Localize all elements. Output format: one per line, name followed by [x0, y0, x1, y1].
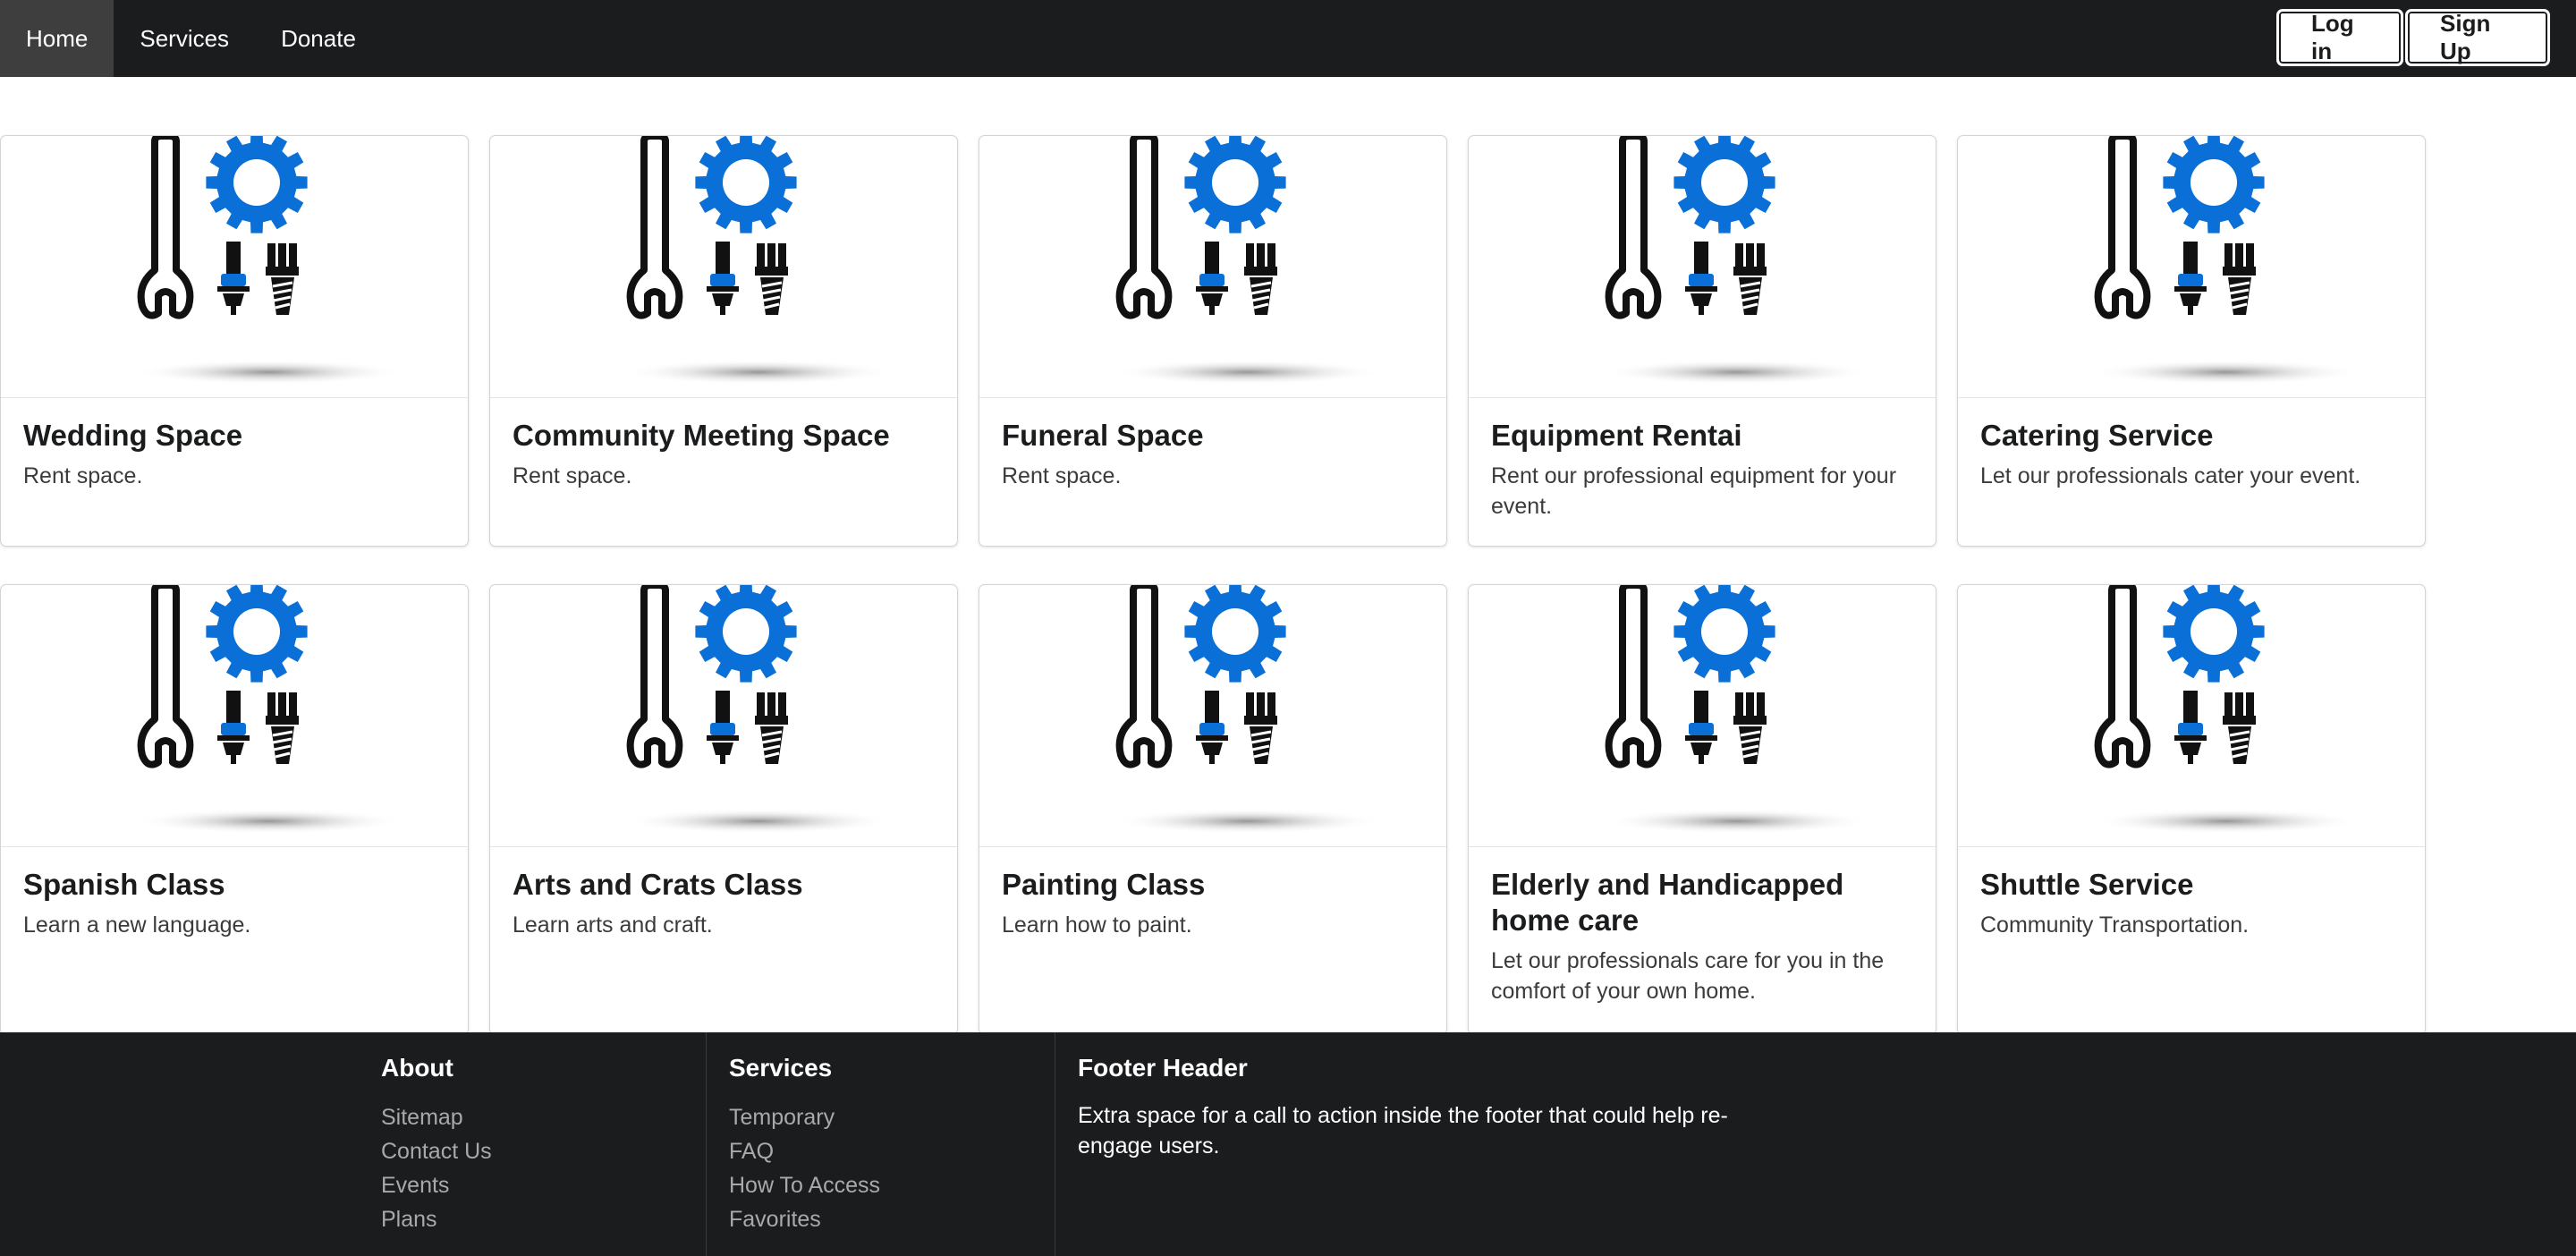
tools-gear-icon: [2094, 585, 2265, 768]
card-description: Let our professionals cater your event.: [1980, 463, 2361, 488]
icon-shadow: [135, 809, 403, 834]
footer-link-events[interactable]: Events: [381, 1168, 706, 1202]
footer-cta-heading: Footer Header: [1078, 1054, 1248, 1082]
footer-link-faq[interactable]: FAQ: [729, 1134, 1055, 1168]
icon-shadow: [135, 360, 403, 385]
tools-gear-icon: [1605, 585, 1775, 768]
service-card[interactable]: Catering Service Let our professionals ca…: [1957, 135, 2426, 547]
card-image: [490, 585, 957, 847]
tools-gear-icon: [137, 585, 308, 768]
footer: About Sitemap Contact Us Events Plans Se…: [0, 1032, 2576, 1256]
icon-shadow: [1603, 809, 1871, 834]
card-image: [1, 136, 468, 398]
footer-services-heading: Services: [729, 1054, 833, 1082]
card-title: Community Meeting Space: [513, 419, 890, 452]
footer-about-heading: About: [381, 1054, 453, 1082]
tools-gear-icon: [1115, 136, 1286, 319]
card-title: Wedding Space: [23, 419, 243, 452]
signup-button[interactable]: Sign Up: [2405, 9, 2550, 66]
footer-about-column: About Sitemap Contact Us Events Plans: [381, 1032, 707, 1256]
tools-gear-icon: [137, 136, 308, 319]
icon-shadow: [1603, 360, 1871, 385]
card-title: Catering Service: [1980, 419, 2214, 452]
service-card[interactable]: Shuttle Service Community Transportation.: [1957, 584, 2426, 1035]
icon-shadow: [1114, 360, 1382, 385]
card-description: Rent space.: [513, 463, 632, 488]
card-image: [1, 585, 468, 847]
icon-shadow: [2092, 809, 2360, 834]
card-image: [979, 136, 1446, 398]
card-description: Rent our professional equipment for your…: [1491, 463, 1897, 519]
card-description: Let our professionals care for you in th…: [1491, 948, 1885, 1004]
service-card[interactable]: Community Meeting Space Rent space.: [489, 135, 958, 547]
footer-link-sitemap[interactable]: Sitemap: [381, 1100, 706, 1134]
card-description: Rent space.: [1002, 463, 1122, 488]
card-description: Rent space.: [23, 463, 143, 488]
tools-gear-icon: [1115, 585, 1286, 768]
card-description: Learn a new language.: [23, 912, 251, 938]
card-image: [1958, 136, 2425, 398]
service-card[interactable]: Spanish Class Learn a new language.: [0, 584, 469, 1035]
footer-link-plans[interactable]: Plans: [381, 1202, 706, 1236]
icon-shadow: [1114, 809, 1382, 834]
card-description: Community Transportation.: [1980, 912, 2250, 938]
card-title: Shuttle Service: [1980, 868, 2194, 901]
footer-link-how-to-access[interactable]: How To Access: [729, 1168, 1055, 1202]
card-title: Spanish Class: [23, 868, 225, 901]
auth-buttons: Log in Sign Up: [2275, 9, 2550, 66]
card-image: [1958, 585, 2425, 847]
icon-shadow: [624, 809, 893, 834]
card-title: Elderly and Handicapped home care: [1491, 868, 1844, 937]
service-card[interactable]: Funeral Space Rent space.: [979, 135, 1447, 547]
tools-gear-icon: [626, 585, 797, 768]
service-card[interactable]: Equipment Rentai Rent our professional eq…: [1468, 135, 1936, 547]
service-card[interactable]: Painting Class Learn how to paint.: [979, 584, 1447, 1035]
footer-cta-text: Extra space for a call to action inside …: [1078, 1103, 1728, 1158]
tools-gear-icon: [626, 136, 797, 319]
card-description: Learn how to paint.: [1002, 912, 1192, 938]
card-image: [979, 585, 1446, 847]
card-title: Equipment Rentai: [1491, 419, 1742, 452]
icon-shadow: [624, 360, 893, 385]
service-card[interactable]: Wedding Space Rent space.: [0, 135, 469, 547]
service-card[interactable]: Elderly and Handicapped home care Let our…: [1468, 584, 1936, 1035]
footer-services-column: Services Temporary FAQ How To Access Fav…: [707, 1032, 1055, 1256]
service-card[interactable]: Arts and Crats Class Learn arts and craft…: [489, 584, 958, 1035]
top-menu: Home Services Donate Log in Sign Up: [0, 0, 2576, 77]
card-image: [490, 136, 957, 398]
nav-donate[interactable]: Donate: [255, 0, 382, 77]
tools-gear-icon: [1605, 136, 1775, 319]
footer-link-contact-us[interactable]: Contact Us: [381, 1134, 706, 1168]
footer-cta-column: Footer Header Extra space for a call to …: [1055, 1032, 1816, 1256]
nav-home[interactable]: Home: [0, 0, 114, 77]
services-card-grid: Wedding Space Rent space. Community Meeti…: [0, 135, 2433, 1035]
nav-services[interactable]: Services: [114, 0, 255, 77]
icon-shadow: [2092, 360, 2360, 385]
card-title: Funeral Space: [1002, 419, 1204, 452]
tools-gear-icon: [2094, 136, 2265, 319]
footer-link-favorites[interactable]: Favorites: [729, 1202, 1055, 1236]
card-title: Arts and Crats Class: [513, 868, 803, 901]
card-description: Learn arts and craft.: [513, 912, 713, 938]
card-title: Painting Class: [1002, 868, 1206, 901]
footer-link-temporary[interactable]: Temporary: [729, 1100, 1055, 1134]
card-image: [1469, 136, 1936, 398]
card-image: [1469, 585, 1936, 847]
login-button[interactable]: Log in: [2276, 9, 2403, 66]
